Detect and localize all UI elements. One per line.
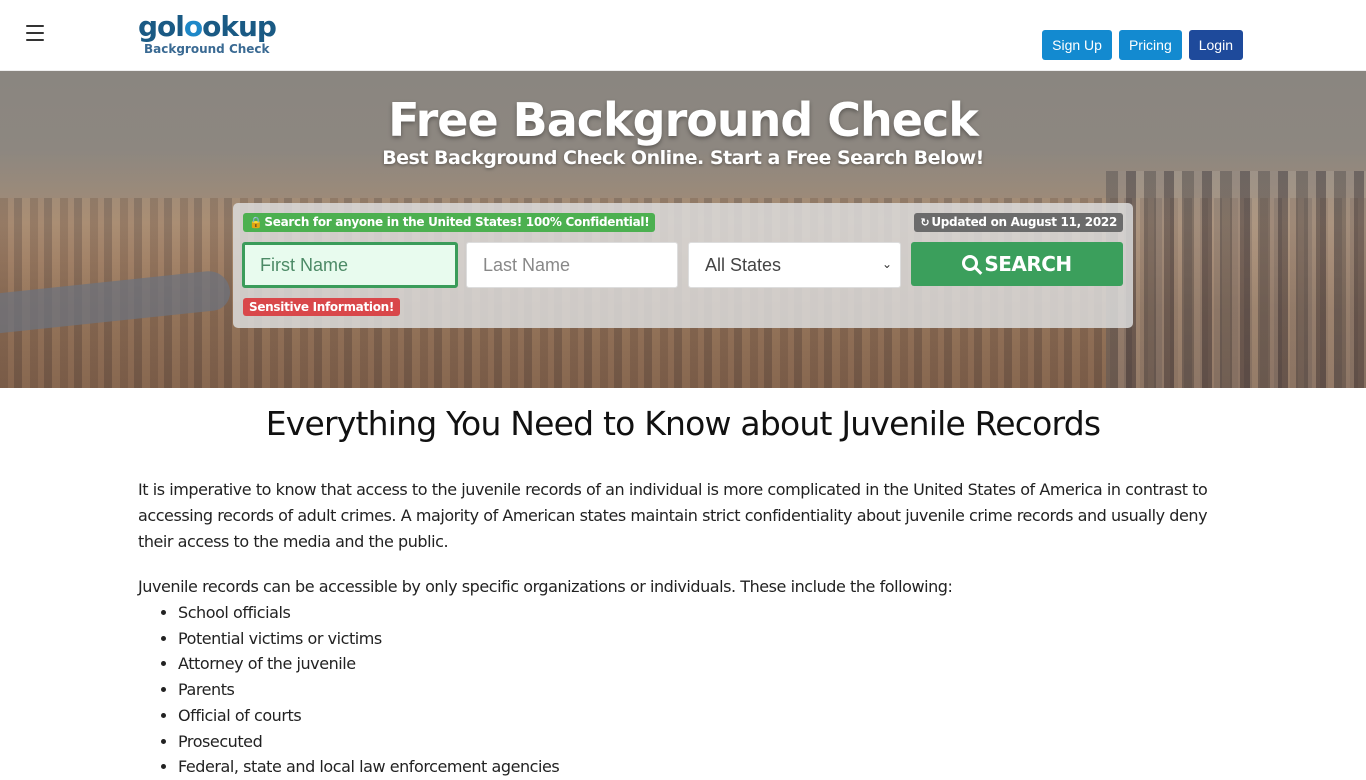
search-icon xyxy=(962,255,979,271)
list-item: Official of courts xyxy=(178,703,1233,729)
logo-wordmark: golookup xyxy=(138,10,277,43)
header-nav: Sign Up Pricing Login xyxy=(1042,30,1243,60)
search-form: 🔒 Search for anyone in the United States!… xyxy=(233,203,1133,328)
hamburger-menu-icon[interactable] xyxy=(26,25,44,41)
state-select-value: All States xyxy=(705,254,782,275)
article-paragraph: Juvenile records can be accessible by on… xyxy=(138,577,953,596)
logo-subtitle: Background Check xyxy=(144,42,270,56)
login-button[interactable]: Login xyxy=(1188,30,1243,60)
hero-banner: Free Background Check Best Background Ch… xyxy=(0,71,1366,388)
sensitive-info-badge: Sensitive Information! xyxy=(243,298,401,316)
golookup-logo[interactable]: golookup Background Check xyxy=(138,12,278,62)
article-title: Everything You Need to Know about Juveni… xyxy=(265,404,1101,443)
hero-title: Free Background Check xyxy=(388,93,979,147)
sign-up-button[interactable]: Sign Up xyxy=(1042,30,1112,60)
updated-badge-text: Updated on August 11, 2022 xyxy=(931,215,1117,229)
refresh-icon: ↻ xyxy=(920,216,930,229)
confidential-badge-text: Search for anyone in the United States! … xyxy=(264,215,650,229)
list-item: Federal, state and local law enforcement… xyxy=(178,754,1233,780)
updated-badge: ↻ Updated on August 11, 2022 xyxy=(914,213,1123,232)
first-name-input[interactable] xyxy=(242,242,458,288)
search-button[interactable]: SEARCH xyxy=(911,242,1123,286)
search-button-label: SEARCH xyxy=(984,252,1072,276)
article-content: It is imperative to know that access to … xyxy=(138,477,1233,780)
pricing-button[interactable]: Pricing xyxy=(1118,30,1182,60)
site-header: golookup Background Check Sign Up Pricin… xyxy=(0,0,1366,71)
last-name-input[interactable] xyxy=(466,242,678,288)
list-item: Attorney of the juvenile xyxy=(178,651,1233,677)
access-list: School officials Potential victims or vi… xyxy=(178,600,1233,780)
list-item: Prosecuted xyxy=(178,729,1233,755)
list-item: School officials xyxy=(178,600,1233,626)
chevron-down-icon: ⌄ xyxy=(881,257,892,271)
confidential-badge: 🔒 Search for anyone in the United States!… xyxy=(243,213,656,232)
towers-background xyxy=(1106,171,1366,388)
list-item: Parents xyxy=(178,677,1233,703)
list-item: Potential victims or victims xyxy=(178,626,1233,652)
lock-icon: 🔒 xyxy=(249,216,263,229)
hero-subtitle: Best Background Check Online. Start a Fr… xyxy=(382,147,984,169)
state-select[interactable]: All States ⌄ xyxy=(688,242,901,288)
article-paragraph: It is imperative to know that access to … xyxy=(138,480,1208,551)
